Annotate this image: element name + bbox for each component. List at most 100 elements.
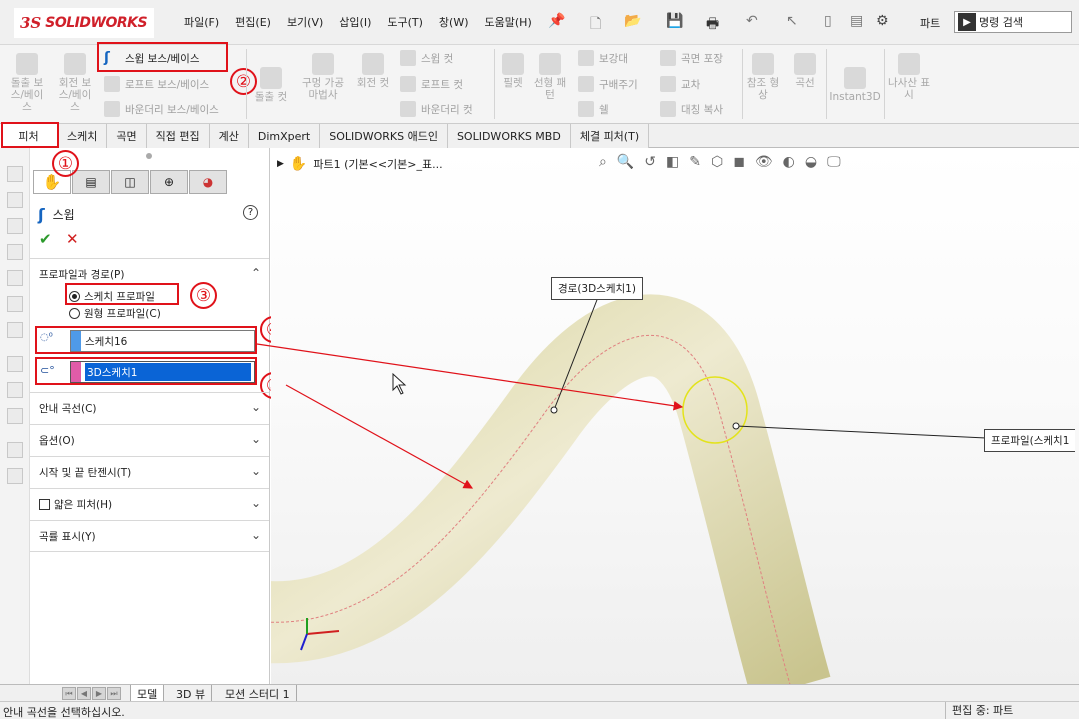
boundary-boss-button[interactable]: 바운더리 보스/베이스 xyxy=(104,101,219,117)
loft-boss-button[interactable]: 로프트 보스/베이스 xyxy=(104,76,209,92)
strip-tool-icon[interactable] xyxy=(7,244,23,260)
first-tab-icon[interactable]: ⏮ xyxy=(62,687,76,700)
tab-direct-editing[interactable]: 직접 편집 xyxy=(146,124,210,148)
file-properties-icon[interactable]: ▤ xyxy=(850,13,863,29)
command-search-box[interactable]: ▶ 명령 검색 xyxy=(954,11,1072,33)
menu-edit[interactable]: 편집(E) xyxy=(227,14,279,30)
undo-icon[interactable]: ↶ xyxy=(746,13,758,29)
annotation-box-features-tab xyxy=(1,122,59,148)
strip-tool-icon[interactable] xyxy=(7,382,23,398)
tab-3d-views[interactable]: 3D 뷰 xyxy=(170,685,213,702)
menu-help[interactable]: 도움말(H) xyxy=(477,14,540,30)
extrude-cut-button[interactable]: 돌출 컷 xyxy=(250,67,292,103)
strip-tool-icon[interactable] xyxy=(7,442,23,458)
strip-tool-icon[interactable] xyxy=(7,218,23,234)
revolve-boss-button[interactable]: 회전 보스/베이스 xyxy=(54,53,96,113)
linear-pattern-button[interactable]: 선형 패턴 xyxy=(530,53,570,101)
tab-dimxpert[interactable]: DimXpert xyxy=(248,124,321,148)
strip-tool-icon[interactable] xyxy=(7,270,23,286)
boundary-boss-label: 바운더리 보스/베이스 xyxy=(125,103,219,116)
rib-button[interactable]: 보강대 xyxy=(578,50,628,66)
section-start-end-tangency[interactable]: 시작 및 끝 탄젠시(T) ⌄ xyxy=(30,456,269,488)
strip-tool-icon[interactable] xyxy=(7,356,23,372)
section-guide-curves[interactable]: 안내 곡선(C) ⌄ xyxy=(30,392,269,424)
callout-profile[interactable]: 프로파일(스케치1 xyxy=(984,429,1076,452)
rebuild-icon[interactable]: ▯ xyxy=(824,13,832,29)
revolve-cut-button[interactable]: 회전 컷 xyxy=(352,53,394,89)
property-manager-tab[interactable]: ▤ xyxy=(72,170,110,194)
section-curvature-display[interactable]: 곡률 표시(Y) ⌄ xyxy=(30,520,269,552)
reference-geometry-button[interactable]: 참조 형상 xyxy=(746,53,780,101)
draft-button[interactable]: 구배주기 xyxy=(578,76,638,92)
tab-addins[interactable]: SOLIDWORKS 애드인 xyxy=(320,124,448,148)
sweep-cut-button[interactable]: 스윕 컷 xyxy=(400,50,453,66)
configuration-manager-tab[interactable]: ◫ xyxy=(111,170,149,194)
status-message: 안내 곡선을 선택하십시오. xyxy=(3,706,125,719)
pin-icon[interactable]: 📌 xyxy=(548,13,565,29)
search-placeholder: 명령 검색 xyxy=(979,16,1023,29)
section-label: 안내 곡선(C) xyxy=(39,403,97,415)
solidworks-logo[interactable]: 3S SOLIDWORKS xyxy=(14,8,154,38)
thread-display-button[interactable]: 나사산 표시 xyxy=(888,53,930,101)
callout-path[interactable]: 경로(3D스케치1) xyxy=(551,277,643,300)
boundary-boss-icon xyxy=(104,101,120,117)
section-options[interactable]: 옵션(O) ⌄ xyxy=(30,424,269,456)
tab-evaluate[interactable]: 계산 xyxy=(209,124,249,148)
tab-motion-study[interactable]: 모션 스터디 1 xyxy=(219,685,297,702)
wrap-button[interactable]: 곡면 포장 xyxy=(660,50,723,66)
ok-button[interactable]: ✔ xyxy=(39,230,52,248)
strip-tool-icon[interactable] xyxy=(7,322,23,338)
tab-surfaces[interactable]: 곡면 xyxy=(107,124,147,148)
strip-tool-icon[interactable] xyxy=(7,166,23,182)
fillet-button[interactable]: 필렛 xyxy=(498,53,528,89)
instant3d-button[interactable]: Instant3D xyxy=(828,67,882,103)
strip-tool-icon[interactable] xyxy=(7,192,23,208)
strip-tool-icon[interactable] xyxy=(7,408,23,424)
section-thin-feature[interactable]: 얇은 피처(H) ⌄ xyxy=(30,488,269,520)
thread-display-label: 나사산 표시 xyxy=(888,77,930,101)
help-button[interactable]: ? xyxy=(243,205,258,220)
thin-feature-checkbox[interactable] xyxy=(39,499,50,510)
prev-tab-icon[interactable]: ◀ xyxy=(77,687,91,700)
graphics-area[interactable]: ▶ ✋ 파트1 (기본<<기본>_표... ⌕ 🔍 ↺ ◧ ✎ ⬡ ◼ 👁 ◐ … xyxy=(271,148,1079,684)
strip-tool-icon[interactable] xyxy=(7,296,23,312)
tab-fastening-features[interactable]: 체결 피처(T) xyxy=(570,124,650,148)
bottom-tabs: ⏮ ◀ ▶ ⏭ 모델 3D 뷰 모션 스터디 1 xyxy=(0,684,1079,702)
hole-wizard-button[interactable]: 구멍 가공 마법사 xyxy=(297,53,349,101)
curves-button[interactable]: 곡선 xyxy=(788,53,822,89)
extrude-cut-icon xyxy=(260,67,282,89)
mirror-icon xyxy=(660,101,676,117)
display-manager-tab[interactable]: ◕ xyxy=(189,170,227,194)
boundary-cut-button[interactable]: 바운더리 컷 xyxy=(400,101,473,117)
next-tab-icon[interactable]: ▶ xyxy=(92,687,106,700)
panel-grip[interactable] xyxy=(146,153,152,159)
menu-tools[interactable]: 도구(T) xyxy=(379,14,431,30)
new-file-icon[interactable]: 🗋 xyxy=(590,13,601,37)
menu-view[interactable]: 보기(V) xyxy=(279,14,331,30)
dimxpert-manager-tab[interactable]: ⊕ xyxy=(150,170,188,194)
last-tab-icon[interactable]: ⏭ xyxy=(107,687,121,700)
menu-insert[interactable]: 삽입(I) xyxy=(331,14,379,30)
shell-button[interactable]: 쉘 xyxy=(578,101,609,117)
select-cursor-icon[interactable]: ↖ xyxy=(786,13,798,29)
menu-file[interactable]: 파일(F) xyxy=(176,14,227,30)
menu-window[interactable]: 창(W) xyxy=(431,14,477,30)
revolve-boss-icon xyxy=(64,53,86,75)
chevron-up-icon: ⌃ xyxy=(250,266,261,280)
print-icon[interactable]: 🖶 xyxy=(706,13,719,37)
intersect-button[interactable]: 교차 xyxy=(660,76,700,92)
tab-model[interactable]: 모델 xyxy=(130,685,165,702)
open-folder-icon[interactable]: 📂 xyxy=(624,13,641,29)
extrude-boss-button[interactable]: 돌출 보스/베이스 xyxy=(6,53,48,113)
gear-icon[interactable]: ⚙ xyxy=(876,13,889,29)
tab-mbd[interactable]: SOLIDWORKS MBD xyxy=(447,124,571,148)
command-search-icon: ▶ xyxy=(958,13,976,31)
fillet-label: 필렛 xyxy=(503,77,523,89)
cancel-button[interactable]: ✕ xyxy=(66,230,79,248)
radio-circular-profile[interactable]: 원형 프로파일(C) xyxy=(69,306,161,321)
loft-cut-button[interactable]: 로프트 컷 xyxy=(400,76,463,92)
mirror-button[interactable]: 대칭 복사 xyxy=(660,101,723,117)
save-icon[interactable]: 💾 xyxy=(666,13,683,29)
tab-sketch[interactable]: 스케치 xyxy=(58,124,108,148)
strip-tool-icon[interactable] xyxy=(7,468,23,484)
